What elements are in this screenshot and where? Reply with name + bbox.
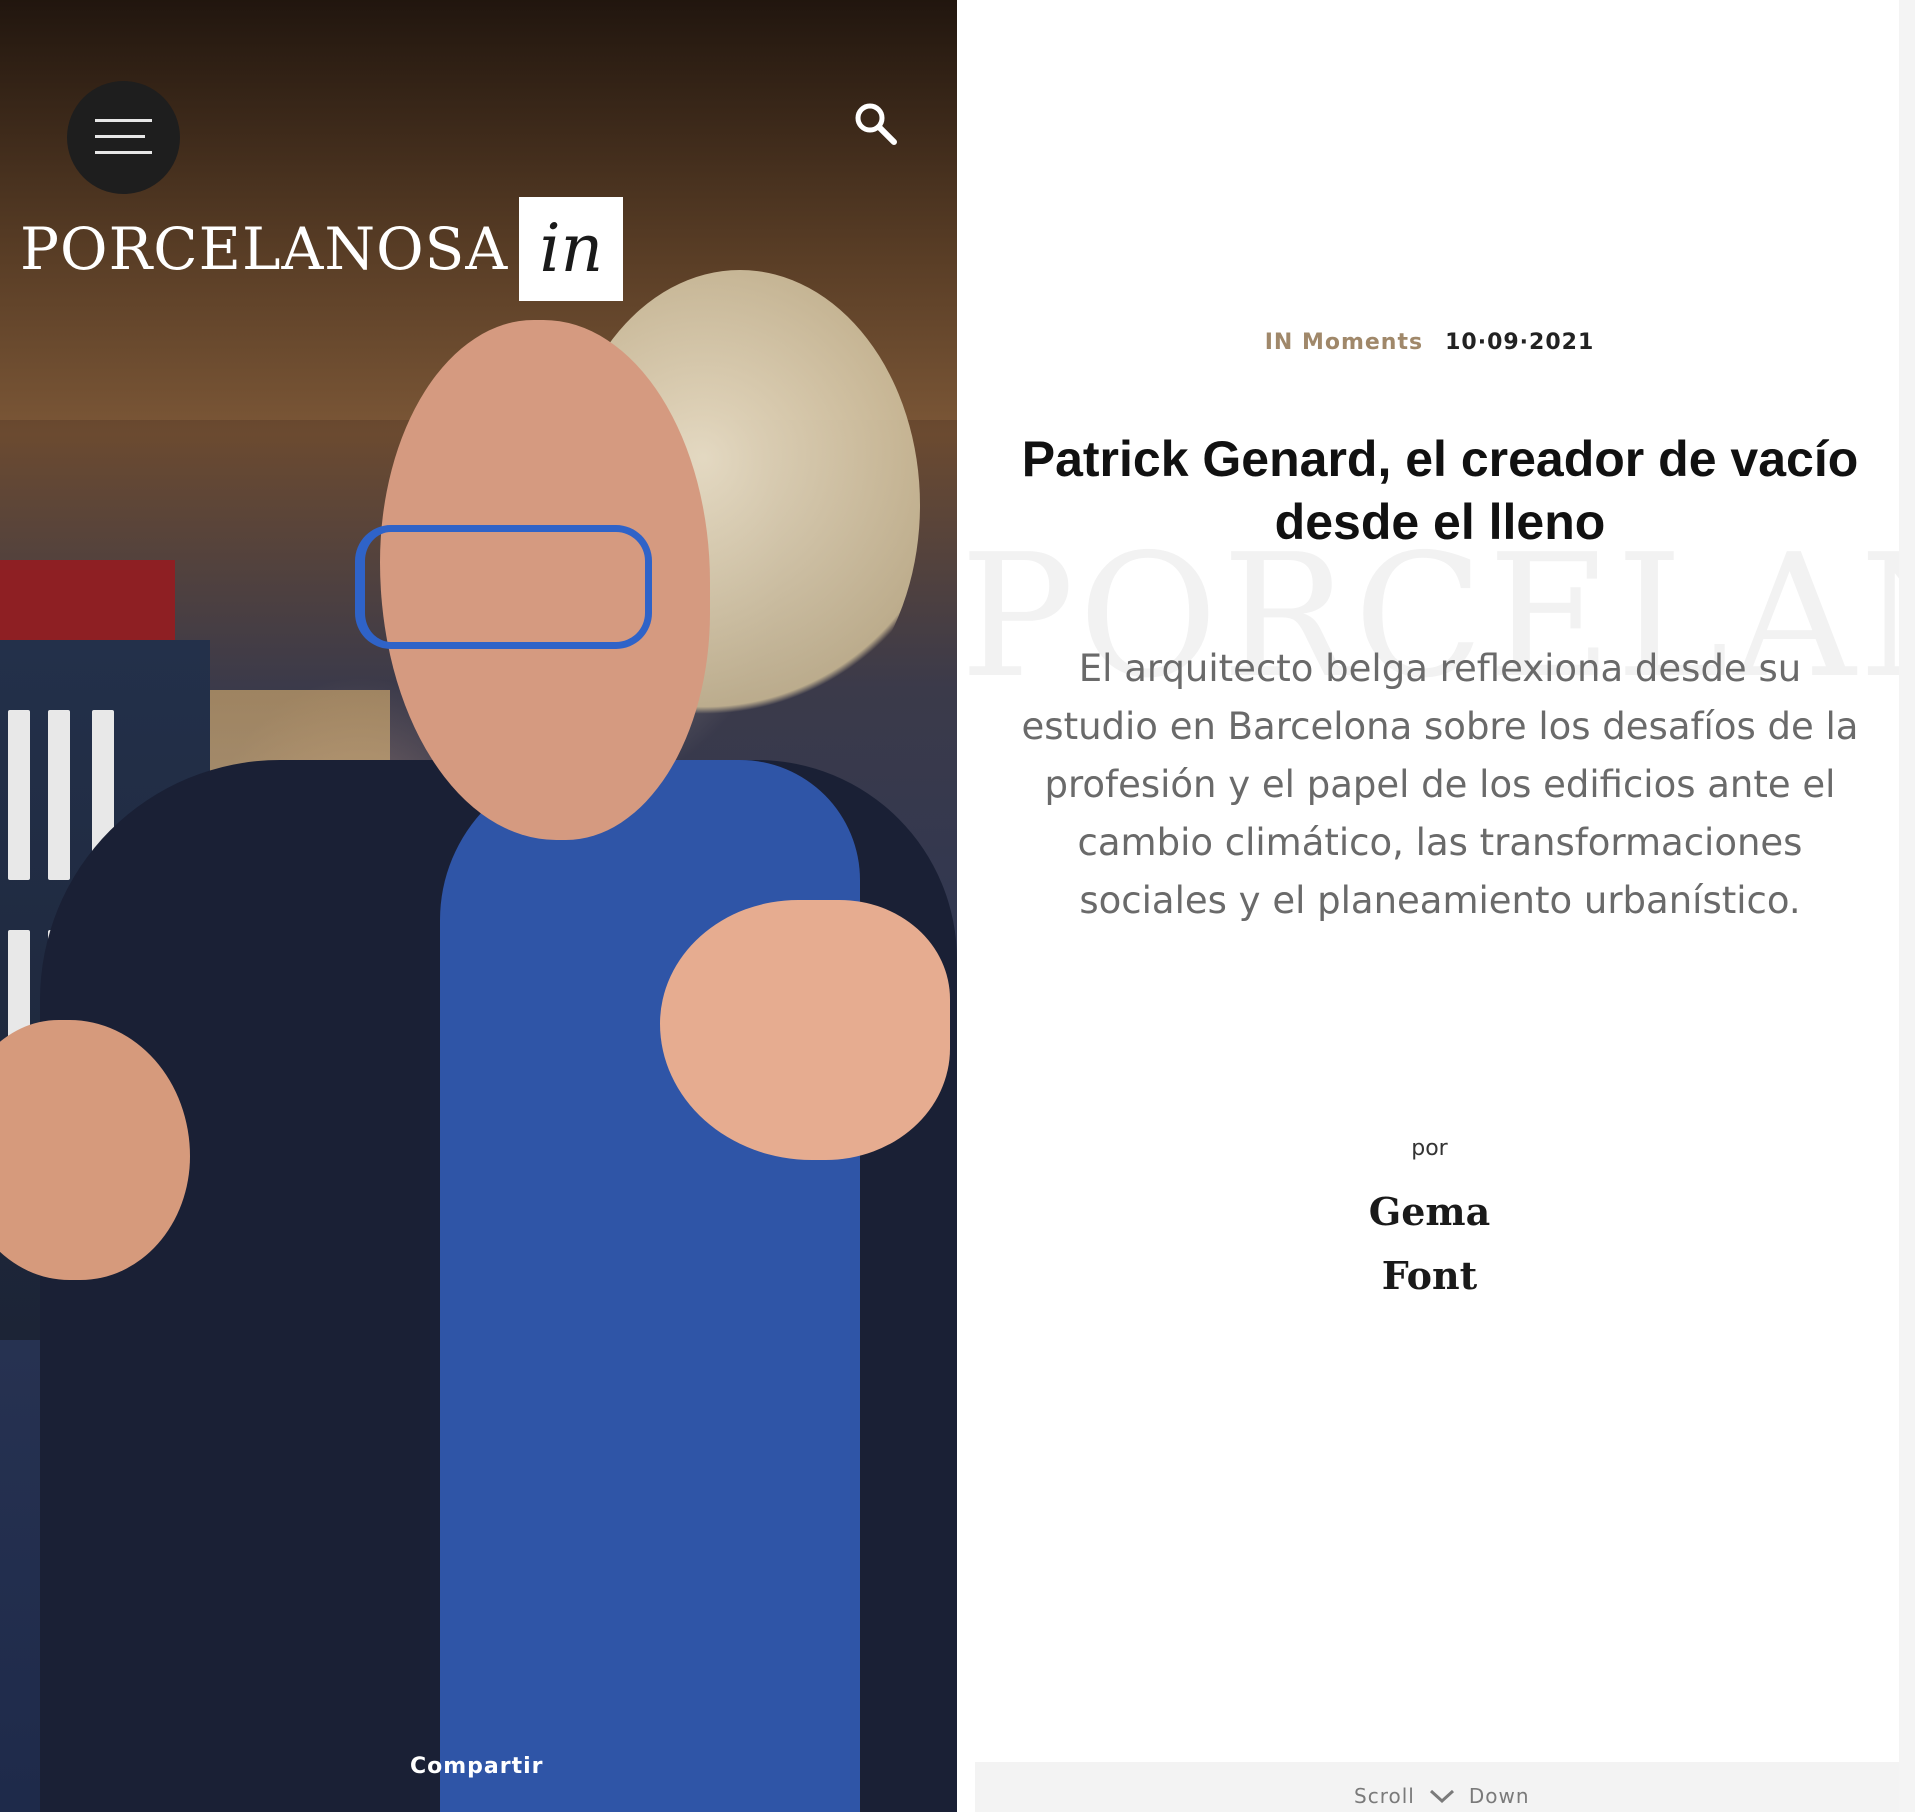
author-last-name: Font [1381, 1253, 1478, 1298]
scroll-down-hint[interactable]: Scroll Down [1354, 1784, 1530, 1808]
hamburger-icon [95, 135, 145, 138]
article-title: Patrick Genard, el creador de vacío desd… [1021, 431, 1859, 550]
down-label: Down [1468, 1784, 1530, 1808]
menu-button[interactable] [67, 81, 180, 194]
chevron-down-icon [1429, 1789, 1454, 1804]
byline-label: por [1411, 1136, 1448, 1161]
share-button[interactable]: Compartir [410, 1754, 544, 1779]
search-icon [855, 103, 897, 145]
logo-wordmark: PORCELANOSA [20, 214, 509, 283]
article-meta: IN Moments 10·09·2021 [960, 330, 1899, 355]
photo-binder [48, 710, 70, 880]
article-subtitle: El arquitecto belga reflexiona desde su … [1021, 647, 1859, 922]
author-first-name: Gema [1368, 1189, 1491, 1234]
hero-photo: PORCELANOSA in Compartir [0, 0, 957, 1812]
hamburger-icon [95, 119, 152, 122]
logo-in-badge: in [519, 196, 624, 301]
photo-glasses [355, 525, 652, 649]
article-category[interactable]: IN Moments [1265, 330, 1423, 355]
search-button[interactable] [852, 100, 898, 146]
photo-red-box [0, 560, 175, 650]
article-date: 10·09·2021 [1445, 330, 1595, 355]
site-logo[interactable]: PORCELANOSA in [20, 196, 624, 301]
scroll-label: Scroll [1354, 1784, 1415, 1808]
hamburger-icon [95, 151, 152, 154]
photo-binder [8, 710, 30, 880]
page-scrollbar[interactable] [1899, 0, 1915, 1812]
author-name[interactable]: Gema Font [960, 1180, 1899, 1308]
